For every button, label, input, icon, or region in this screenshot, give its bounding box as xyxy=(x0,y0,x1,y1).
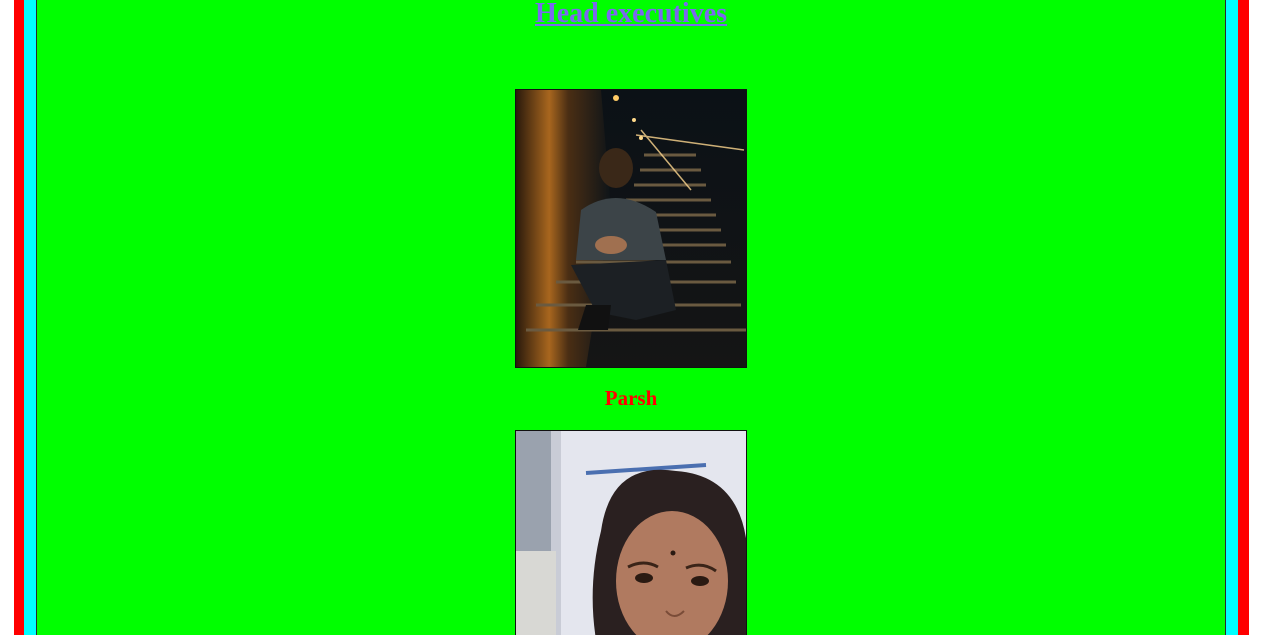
executive-photo-image xyxy=(516,90,746,367)
executive-photo-image xyxy=(516,431,746,635)
executive-name: Parsh xyxy=(604,386,658,410)
section-heading-link[interactable]: Head executives xyxy=(535,0,727,29)
executives-section: Head executives Parsh xyxy=(36,0,1226,635)
section-heading: Head executives xyxy=(37,0,1225,32)
executive-photo xyxy=(515,430,747,635)
executive-photo xyxy=(515,89,747,368)
